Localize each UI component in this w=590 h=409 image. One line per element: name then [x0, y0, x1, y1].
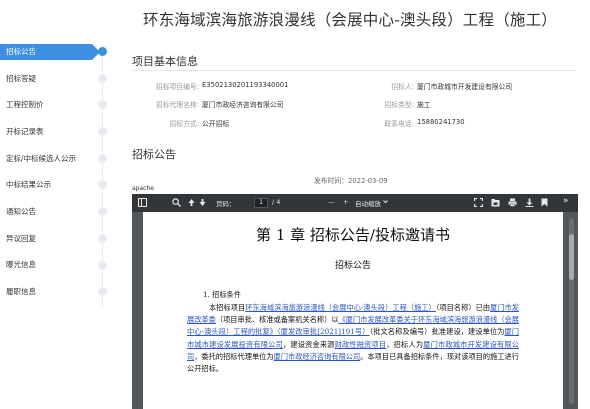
tenderer-label: 招标人:	[391, 83, 414, 91]
text-run: ，建设资金来源	[282, 339, 335, 349]
sidebar-item-award-result[interactable]: 中标结果公示	[0, 171, 118, 198]
funding-source-link: 财政性融资项目	[334, 339, 387, 349]
sidebar-item-label: 曝光信息	[6, 260, 36, 270]
search-icon[interactable]	[172, 198, 181, 209]
pdf-viewer: 页码： 1 / 4 — + 自动缩放 » 第 1 章 招标公告/投标邀请书 招标…	[132, 194, 578, 409]
zoom-select[interactable]: 自动缩放	[355, 198, 381, 208]
pdf-scrollbar[interactable]	[569, 218, 574, 404]
timeline-dot	[98, 47, 107, 56]
sidebar-item-label: 定标/中标候选人公示	[6, 153, 77, 163]
text-run: （项目审批、核准或备案机关名称）以	[215, 315, 339, 325]
agency-value: 厦门市政经济咨询有限公司	[202, 101, 284, 109]
page-total: / 4	[272, 198, 281, 206]
page-number-input[interactable]: 1	[254, 198, 268, 208]
bookmark-icon[interactable]	[541, 198, 548, 209]
text-run: ，招标人为	[386, 339, 424, 349]
sidebar-toggle-icon[interactable]	[138, 198, 147, 209]
zoom-out-button[interactable]: —	[328, 198, 335, 206]
download-icon[interactable]	[525, 198, 534, 209]
sidebar-item-qa[interactable]: 招标答疑	[0, 65, 118, 92]
project-name-link: 环东海域滨海旅游浪漫线（会展中心-澳头段）工程（施工）	[245, 303, 436, 312]
chevron-down-icon	[383, 198, 388, 206]
info-row: 招标代理名称: 厦门市政经济咨询有限公司 招标类型: 施工	[132, 99, 582, 113]
timeline-dot	[98, 233, 107, 243]
timeline-dot	[98, 207, 107, 217]
tenderer-value: 厦门市政城市开发建设有限公司	[417, 83, 513, 91]
document-paragraph: 本招标项目环东海域滨海旅游浪漫线（会展中心-澳头段）工程（施工）（项目名称）已由…	[187, 302, 519, 375]
pdf-toolbar: 页码： 1 / 4 — + 自动缩放 »	[132, 194, 578, 212]
viewer-label: apache	[132, 185, 154, 192]
announcement-title: 招标公告	[132, 148, 176, 161]
text-run: 本招标项目	[209, 303, 246, 312]
sidebar-item-label: 履职信息	[6, 287, 36, 297]
type-label: 招标类型:	[384, 101, 414, 109]
open-file-icon[interactable]	[491, 198, 500, 209]
phone-value: 15880241730	[417, 118, 465, 126]
text-run: （批文名称及编号）批准建设，建设单位为	[369, 327, 505, 337]
sidebar-item-exposure[interactable]: 曝光信息	[0, 252, 118, 279]
sidebar-item-candidate-notice[interactable]: 定标/中标候选人公示	[0, 145, 118, 172]
sidebar-item-label: 招标答疑	[6, 73, 36, 83]
method-value: 公开招标	[202, 120, 230, 128]
agency-link: 厦门市政经济咨询有限公司	[273, 351, 361, 361]
sidebar-nav: 招标公告 招标答疑 工程控制价 开标记录表 定标/中标候选人公示 中标结果公示 …	[0, 38, 118, 307]
info-row: 招标项目编号: E3502130201193340001 招标人: 厦门市政城市…	[132, 81, 582, 95]
timeline-dot	[98, 260, 107, 270]
phone-label: 联系电话:	[384, 120, 414, 128]
publish-time: 发布时间：2022-03-09	[314, 177, 388, 185]
print-icon[interactable]	[508, 198, 517, 209]
next-page-icon[interactable]	[199, 198, 206, 209]
sidebar-item-label: 开标记录表	[6, 126, 44, 136]
section-heading: 1. 招标条件	[203, 290, 241, 299]
type-value: 施工	[417, 101, 431, 109]
timeline-dot	[98, 127, 107, 137]
sidebar-item-tender-notice[interactable]: 招标公告	[0, 38, 118, 65]
sidebar-item-label: 通知公告	[6, 206, 36, 216]
timeline-dot	[98, 100, 107, 110]
document-subtitle: 招标公告	[334, 261, 371, 271]
agency-label: 招标代理名称:	[155, 101, 199, 109]
page-title: 环东海域滨海旅游浪漫线（会展中心-澳头段）工程（施工）	[143, 11, 557, 29]
timeline-dot	[98, 73, 107, 83]
method-label: 招标方式:	[169, 120, 199, 128]
sidebar-item-bid-opening-record[interactable]: 开标记录表	[0, 118, 118, 145]
sidebar-item-objection-reply[interactable]: 异议回复	[0, 225, 118, 252]
timeline-dot	[98, 180, 107, 190]
scrollbar-thumb[interactable]	[569, 234, 574, 280]
divider	[132, 70, 576, 71]
timeline-dot	[98, 153, 107, 163]
text-run: （项目名称）已由	[435, 303, 491, 312]
fullscreen-icon[interactable]	[473, 197, 484, 209]
sidebar-item-label: 中标结果公示	[6, 180, 51, 190]
sidebar-item-label: 工程控制价	[6, 100, 44, 110]
sidebar-item-label: 招标公告	[6, 46, 36, 56]
sidebar-item-performance[interactable]: 履职信息	[0, 278, 118, 305]
timeline-dot	[98, 287, 107, 297]
sidebar-item-label: 异议回复	[6, 233, 36, 243]
previous-page-icon[interactable]	[188, 198, 195, 209]
text-run: ，委托的招标代理单位为	[194, 351, 274, 361]
pdf-page: 第 1 章 招标公告/投标邀请书 招标公告 1. 招标条件 本招标项目环东海域滨…	[143, 212, 563, 409]
sidebar-item-control-price[interactable]: 工程控制价	[0, 91, 118, 118]
project-no-value: E3502130201193340001	[202, 81, 289, 89]
info-row: 招标方式: 公开招标 联系电话: 15880241730	[132, 118, 582, 132]
more-tools-button[interactable]: »	[563, 196, 569, 206]
basic-info-title: 项目基本信息	[132, 55, 198, 68]
zoom-in-button[interactable]: +	[343, 198, 348, 206]
page-prefix: 页码：	[216, 200, 236, 208]
project-no-label: 招标项目编号:	[155, 83, 199, 91]
sidebar-item-notices[interactable]: 通知公告	[0, 198, 118, 225]
chapter-title: 第 1 章 招标公告/投标邀请书	[256, 226, 450, 244]
